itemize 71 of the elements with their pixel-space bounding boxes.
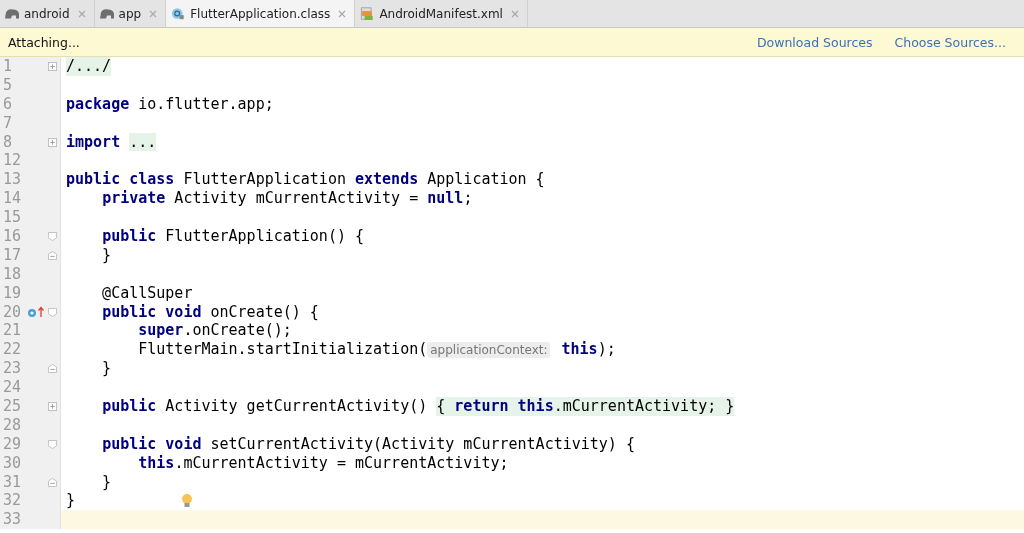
banner-link[interactable]: Download Sources: [756, 34, 873, 50]
banner-link[interactable]: Choose Sources...: [894, 34, 1006, 50]
code-text: }: [101, 472, 112, 492]
close-icon[interactable]: [510, 9, 519, 18]
line-number: 13: [2, 170, 23, 190]
line-number: 29: [2, 434, 23, 454]
code-text: public void onCreate() {: [101, 302, 319, 322]
code-text: }: [101, 359, 112, 379]
folded-code[interactable]: ...: [129, 132, 157, 152]
line-number: 21: [2, 321, 23, 341]
banner-message: Attaching...: [8, 34, 80, 50]
folded-code[interactable]: { return this.mCurrentActivity; }: [436, 397, 735, 416]
line-number: 18: [2, 264, 23, 284]
code-text: this);: [560, 340, 616, 360]
elephant-icon: [98, 7, 115, 20]
line-number: 28: [2, 415, 23, 435]
collapse-fold-icon[interactable]: [48, 439, 58, 449]
code-text: public class FlutterApplication extends Application {: [66, 170, 545, 190]
line-number: 22: [2, 340, 23, 360]
code-text: FlutterMain.startInitialization(: [137, 340, 428, 360]
lightbulb-icon[interactable]: [181, 492, 194, 509]
editor-tab[interactable]: FlutterApplication.class: [166, 0, 356, 27]
code-text: package io.flutter.app;: [66, 94, 274, 114]
editor-tab[interactable]: android: [0, 0, 95, 27]
code-text: @CallSuper: [101, 283, 193, 303]
parameter-hint: applicationContext:: [427, 341, 551, 358]
code-text: this.mCurrentActivity = mCurrentActivity;: [137, 453, 509, 473]
class-file-icon: [170, 7, 187, 20]
code-text: import: [66, 132, 122, 152]
code-text: private Activity mCurrentActivity = null;: [101, 189, 473, 209]
expand-fold-icon[interactable]: [48, 401, 58, 411]
line-number: 6: [2, 94, 14, 114]
fold-end-icon[interactable]: [48, 477, 58, 487]
code-text: public Activity getCurrentActivity(): [101, 397, 429, 416]
close-icon[interactable]: [77, 9, 86, 18]
editor-tab[interactable]: AndroidManifest.xml: [355, 0, 528, 27]
line-number: 5: [2, 75, 14, 95]
expand-fold-icon[interactable]: [48, 61, 58, 71]
collapse-fold-icon[interactable]: [48, 231, 58, 241]
line-number: 1: [2, 57, 14, 76]
line-number: 7: [2, 113, 14, 133]
code-text: }: [101, 245, 112, 265]
code-text: public void setCurrentActivity(Activity mCurrentActivity) {: [101, 434, 635, 454]
close-icon[interactable]: [338, 9, 347, 18]
line-number: 17: [2, 245, 23, 265]
line-number: 16: [2, 227, 23, 246]
override-icon[interactable]: [26, 306, 45, 318]
code-text: public FlutterApplication() {: [101, 227, 365, 246]
line-number: 12: [2, 151, 23, 171]
fold-end-icon[interactable]: [48, 364, 58, 374]
line-number: 20: [2, 302, 23, 322]
line-number: 24: [2, 378, 23, 398]
code-text: super.onCreate();: [137, 321, 292, 341]
collapse-fold-icon[interactable]: [48, 307, 58, 317]
line-number: 31: [2, 472, 23, 492]
line-number: 8: [2, 132, 14, 152]
line-number: 14: [2, 189, 23, 209]
line-number: 23: [2, 359, 23, 379]
line-number: 25: [2, 397, 23, 416]
fold-end-icon[interactable]: [48, 250, 58, 260]
code-text: }: [66, 491, 76, 511]
expand-fold-icon[interactable]: [48, 137, 58, 147]
line-number: 32: [2, 491, 23, 511]
line-number: 15: [2, 208, 23, 227]
line-number: 30: [2, 453, 23, 473]
xml-file-icon: [359, 7, 376, 20]
folded-code[interactable]: /.../: [66, 57, 112, 76]
elephant-icon: [4, 7, 20, 20]
line-number: 33: [2, 510, 23, 530]
line-number: 19: [2, 283, 23, 303]
close-icon[interactable]: [149, 9, 158, 18]
